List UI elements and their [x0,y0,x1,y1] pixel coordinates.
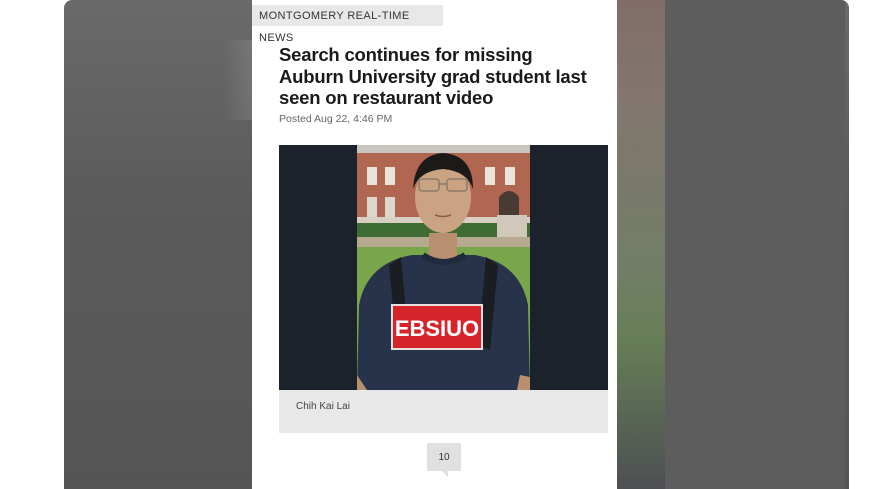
background-blur-left [64,0,252,489]
background-blur-dark [665,0,845,489]
shirt-text: EBSIUO [395,316,479,341]
article-photo-frame[interactable]: EBSIUO [279,145,608,390]
photo-caption-box: Chih Kai Lai [279,390,608,433]
article-card: MONTGOMERY REAL-TIME NEWS Search continu… [252,0,617,489]
section-tag[interactable]: MONTGOMERY REAL-TIME NEWS [252,5,443,44]
article-photo: EBSIUO [357,145,530,390]
background-blur-highlight [222,40,252,120]
article-headline[interactable]: Search continues for missing Auburn Univ… [279,44,589,109]
comment-count: 10 [438,452,450,463]
background-blur-photo [617,0,665,489]
comment-count-badge[interactable]: 10 [427,443,461,477]
posted-timestamp: Posted Aug 22, 4:46 PM [279,113,393,125]
background-blur-right [617,0,849,489]
photo-caption: Chih Kai Lai [296,401,350,412]
